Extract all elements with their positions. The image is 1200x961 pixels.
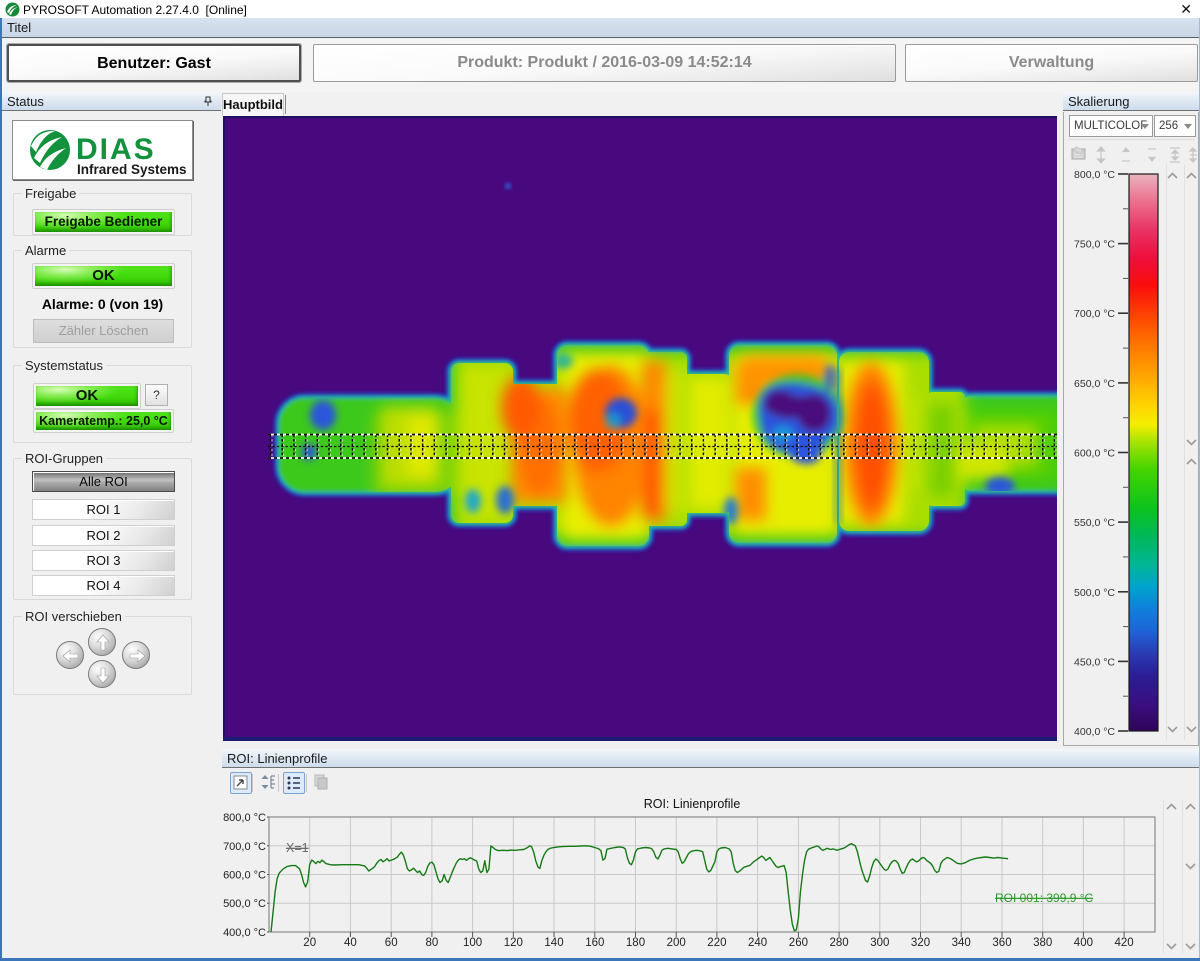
svg-text:500,0 °C: 500,0 °C: [223, 898, 266, 910]
svg-text:180: 180: [626, 937, 645, 949]
svg-text:750,0 °C: 750,0 °C: [1074, 239, 1115, 251]
svg-text:20: 20: [303, 937, 316, 949]
svg-text:280: 280: [830, 937, 849, 949]
svg-text:550,0 °C: 550,0 °C: [1074, 517, 1115, 529]
svg-text:400: 400: [1074, 937, 1093, 949]
svg-text:420: 420: [1115, 937, 1134, 949]
svg-text:360: 360: [992, 937, 1011, 949]
svg-text:120: 120: [504, 937, 523, 949]
svg-text:400,0 °C: 400,0 °C: [1074, 726, 1115, 738]
svg-text:320: 320: [911, 937, 930, 949]
svg-text:800,0 °C: 800,0 °C: [223, 812, 266, 824]
svg-text:600,0 °C: 600,0 °C: [1074, 448, 1115, 460]
svg-text:100: 100: [463, 937, 482, 949]
svg-text:240: 240: [748, 937, 767, 949]
svg-text:700,0 °C: 700,0 °C: [223, 841, 266, 853]
svg-text:40: 40: [344, 937, 357, 949]
svg-text:140: 140: [544, 937, 563, 949]
svg-text:500,0 °C: 500,0 °C: [1074, 587, 1115, 599]
svg-text:Infrared Systems: Infrared Systems: [77, 162, 187, 177]
svg-text:80: 80: [426, 937, 439, 949]
svg-text:380: 380: [1033, 937, 1052, 949]
svg-text:400,0 °C: 400,0 °C: [223, 927, 266, 939]
svg-text:160: 160: [585, 937, 604, 949]
svg-text:260: 260: [789, 937, 808, 949]
svg-text:ROI 001: 399,9 °C: ROI 001: 399,9 °C: [995, 891, 1094, 905]
svg-text:450,0 °C: 450,0 °C: [1074, 656, 1115, 668]
svg-text:800,0 °C: 800,0 °C: [1074, 169, 1115, 181]
svg-text:340: 340: [952, 937, 971, 949]
svg-text:X=1: X=1: [286, 841, 309, 855]
svg-text:60: 60: [385, 937, 398, 949]
svg-text:650,0 °C: 650,0 °C: [1074, 378, 1115, 390]
svg-text:300: 300: [870, 937, 889, 949]
svg-text:220: 220: [707, 937, 726, 949]
svg-text:200: 200: [667, 937, 686, 949]
svg-text:600,0 °C: 600,0 °C: [223, 870, 266, 882]
svg-text:700,0 °C: 700,0 °C: [1074, 308, 1115, 320]
